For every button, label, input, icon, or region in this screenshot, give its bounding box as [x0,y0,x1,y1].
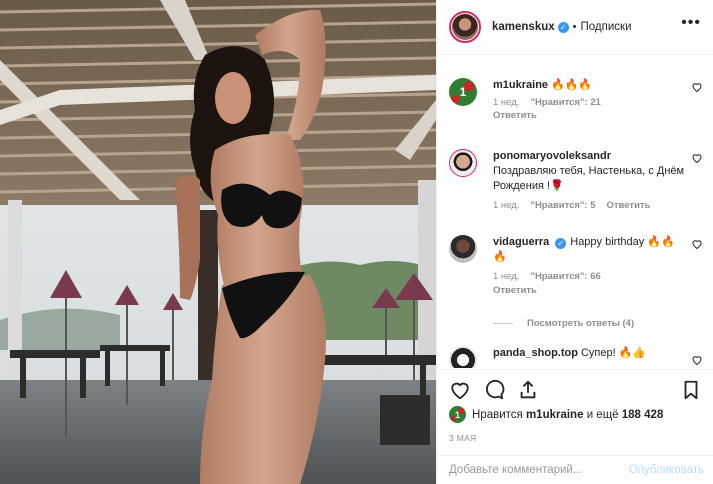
comment-likes[interactable]: "Нравится": 5 [530,200,595,211]
comments-list[interactable]: 1 m1ukraine 🔥🔥🔥 1 нед. "Нравится": 21 Отве… [437,56,713,368]
view-replies-label: Посмотреть ответы (4) [527,318,635,329]
author-username[interactable]: kamenskux [492,21,555,33]
header-separator: • [572,21,577,33]
comment-time[interactable]: 1 нед. [493,97,519,108]
add-comment-bar: Опубликовать [437,455,713,484]
replies-divider [493,323,513,324]
comments-panel: kamenskux ✓ • Подписки ••• 1 m1ukraine 🔥🔥… [436,0,713,484]
view-replies-button[interactable]: Посмотреть ответы (4) [493,318,634,329]
commenter-username[interactable]: vidaguerra [493,236,549,248]
post-image [0,0,436,484]
instagram-post: kamenskux ✓ • Подписки ••• 1 m1ukraine 🔥🔥… [0,0,713,484]
comment-time[interactable]: 1 нед. [493,200,519,211]
more-icon[interactable]: ••• [681,15,701,31]
heart-icon[interactable] [691,238,703,250]
comment-text: 🔥🔥🔥 [551,79,593,91]
likes-count[interactable]: 188 428 [622,409,664,421]
commenter-username[interactable]: m1ukraine [493,79,548,91]
likes-prefix: Нравится [472,408,523,421]
commenter-avatar[interactable] [449,149,477,177]
bookmark-icon[interactable] [680,379,702,401]
likes-suffix: и ещё [586,408,619,421]
comment-input[interactable] [449,464,619,476]
heart-icon[interactable] [691,354,703,366]
heart-icon[interactable] [449,379,471,401]
post-header: kamenskux ✓ • Подписки ••• [437,0,713,55]
author-avatar[interactable] [449,11,481,43]
comment-likes[interactable]: "Нравится": 21 [530,97,600,108]
comment-text: Супер! 🔥👍 [580,347,647,359]
heart-icon[interactable] [691,81,703,93]
share-icon[interactable] [517,379,539,401]
reply-button[interactable]: Ответить [493,110,537,121]
heart-icon[interactable] [691,152,703,164]
reply-button[interactable]: Ответить [607,200,651,211]
liker-username[interactable]: m1ukraine [526,409,584,421]
verified-icon: ✓ [555,238,567,249]
post-date[interactable]: 3 МАЯ [449,433,476,443]
action-bar [437,369,713,409]
commenter-avatar[interactable] [449,346,477,368]
follow-button[interactable]: Подписки [581,21,632,33]
comment-text: Поздравляю тебя, Настенька, с Днём Рожде… [493,165,685,192]
post-photo[interactable] [0,0,436,484]
publish-button[interactable]: Опубликовать [629,464,704,476]
comment-item: 1 m1ukraine 🔥🔥🔥 1 нед. "Нравится": 21 Отве… [449,78,709,121]
reply-button[interactable]: Ответить [493,285,537,296]
comment-icon[interactable] [483,379,505,401]
likes-summary[interactable]: 1 Нравится m1ukraine и ещё 188 428 [449,406,663,423]
commenter-username[interactable]: panda_shop.top [493,347,578,359]
verified-icon: ✓ [557,21,569,33]
commenter-avatar[interactable] [449,235,477,263]
commenter-avatar[interactable]: 1 [449,78,477,106]
commenter-username[interactable]: ponomaryovoleksandr [493,150,611,162]
comment-likes[interactable]: "Нравится": 66 [530,271,600,282]
liker-avatar: 1 [449,406,466,423]
comment-time[interactable]: 1 нед. [493,271,519,282]
